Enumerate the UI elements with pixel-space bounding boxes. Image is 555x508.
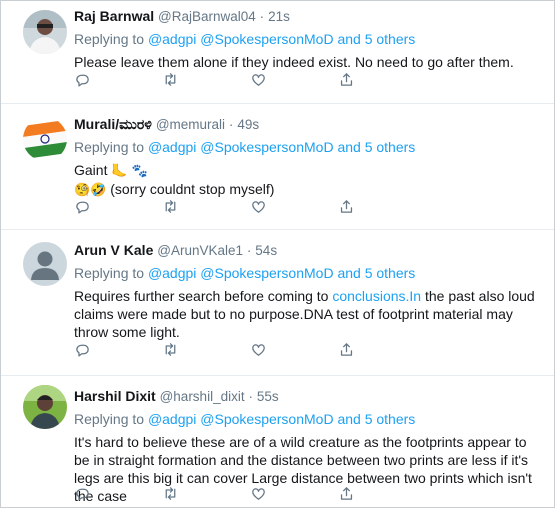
timestamp[interactable]: 21s [268,9,290,24]
user-handle[interactable]: @harshil_dixit [160,389,245,404]
timestamp[interactable]: 54s [255,243,277,258]
reply-icon[interactable] [74,341,94,361]
tweet[interactable]: Murali/ಮುರಳಿ @memurali · 49s Replying to… [1,103,554,230]
foot-emoji-icon: 🦶 [111,163,128,178]
tweet-actions [74,71,374,91]
avatar[interactable] [23,10,67,54]
timestamp[interactable]: 49s [237,117,259,132]
text-link[interactable]: conclusions.In [332,288,421,304]
reply-users-link[interactable]: @adgpi @SpokespersonMoD and 5 others [148,139,415,155]
tweet-header: Harshil Dixit @harshil_dixit · 55s [74,387,544,406]
like-icon[interactable] [250,71,270,91]
replying-to: Replying to @adgpi @SpokespersonMoD and … [74,410,544,429]
separator-dot: · [246,243,252,258]
share-icon[interactable] [338,198,358,218]
retweet-icon[interactable] [162,485,182,505]
display-name[interactable]: Raj Barnwal [74,8,154,24]
replying-to: Replying to @adgpi @SpokespersonMoD and … [74,30,544,49]
avatar[interactable] [23,242,67,286]
tweet-text: Requires further search before coming to… [74,287,544,341]
share-icon[interactable] [338,71,358,91]
like-icon[interactable] [250,198,270,218]
separator-dot: · [259,9,265,24]
replying-to: Replying to @adgpi @SpokespersonMoD and … [74,264,544,283]
replying-prefix: Replying to [74,139,145,155]
timestamp[interactable]: 55s [257,389,279,404]
replying-prefix: Replying to [74,31,145,47]
user-handle[interactable]: @RajBarnwal04 [158,9,256,24]
avatar[interactable] [23,385,67,429]
tweet-actions [74,485,374,505]
separator-dot: · [248,389,253,404]
tweet-text: Gaint 🦶 🐾 🧐🤣 (sorry couldnt stop myself) [74,161,544,199]
tweet-actions [74,341,374,361]
replying-prefix: Replying to [74,411,145,427]
monocle-face-emoji-icon: 🧐 [74,182,91,197]
share-icon[interactable] [338,341,358,361]
avatar[interactable] [23,117,67,161]
tweet-header: Raj Barnwal @RajBarnwal04 · 21s [74,7,544,26]
like-icon[interactable] [250,485,270,505]
reply-icon[interactable] [74,485,94,505]
retweet-icon[interactable] [162,71,182,91]
display-name[interactable]: Arun V Kale [74,242,153,258]
share-icon[interactable] [338,485,358,505]
tweet-text-part: Requires further search before coming to [74,288,333,304]
user-handle[interactable]: @ArunVKale1 [157,243,243,258]
timeline: Raj Barnwal @RajBarnwal04 · 21s Replying… [0,0,555,508]
user-handle[interactable]: @memurali [156,117,225,132]
retweet-icon[interactable] [162,341,182,361]
tweet[interactable]: Harshil Dixit @harshil_dixit · 55s Reply… [1,375,554,507]
tweet-actions [74,198,374,218]
replying-to: Replying to @adgpi @SpokespersonMoD and … [74,138,544,157]
tweet-text-line: (sorry couldnt stop myself) [110,181,275,197]
reply-icon[interactable] [74,71,94,91]
tweet-text-line: Gaint [74,162,108,178]
reply-users-link[interactable]: @adgpi @SpokespersonMoD and 5 others [148,411,415,427]
tweet-header: Murali/ಮುರಳಿ @memurali · 49s [74,115,544,134]
retweet-icon[interactable] [162,198,182,218]
rofl-emoji-icon: 🤣 [90,182,107,197]
paw-prints-emoji-icon: 🐾 [131,163,148,178]
reply-users-link[interactable]: @adgpi @SpokespersonMoD and 5 others [148,31,415,47]
reply-icon[interactable] [74,198,94,218]
display-name[interactable]: Murali/ಮುರಳಿ [74,116,152,132]
display-name[interactable]: Harshil Dixit [74,388,156,404]
separator-dot: · [228,117,234,132]
tweet[interactable]: Arun V Kale @ArunVKale1 · 54s Replying t… [1,229,554,376]
tweet[interactable]: Raj Barnwal @RajBarnwal04 · 21s Replying… [1,1,554,104]
replying-prefix: Replying to [74,265,145,281]
tweet-header: Arun V Kale @ArunVKale1 · 54s [74,241,544,260]
like-icon[interactable] [250,341,270,361]
tweet-text: Please leave them alone if they indeed e… [74,54,514,70]
reply-users-link[interactable]: @adgpi @SpokespersonMoD and 5 others [148,265,415,281]
